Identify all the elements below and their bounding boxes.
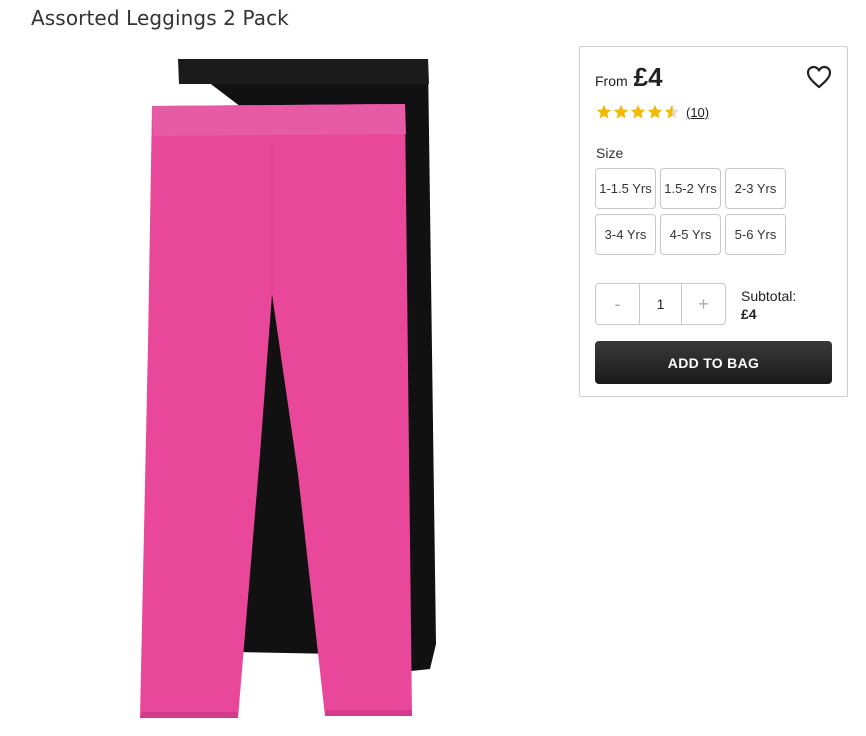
- size-label: Size: [596, 145, 624, 161]
- star-rating: [596, 104, 680, 120]
- star-icon: [596, 104, 612, 119]
- review-count-link[interactable]: (10): [686, 105, 709, 120]
- half-star-icon: [664, 104, 680, 119]
- product-image: [120, 44, 460, 734]
- add-to-bag-button[interactable]: ADD TO BAG: [595, 341, 832, 384]
- star-icon: [647, 104, 663, 119]
- star-icon: [630, 104, 646, 119]
- product-title: Assorted Leggings 2 Pack: [31, 6, 289, 30]
- subtotal: Subtotal: £4: [741, 287, 796, 323]
- wishlist-heart-icon[interactable]: [806, 65, 832, 89]
- size-option[interactable]: 5-6 Yrs: [725, 214, 786, 255]
- size-option[interactable]: 4-5 Yrs: [660, 214, 721, 255]
- price-row: From £4: [595, 62, 663, 93]
- subtotal-value: £4: [741, 306, 757, 322]
- star-icon: [613, 104, 629, 119]
- size-options: 1-1.5 Yrs 1.5-2 Yrs 2-3 Yrs 3-4 Yrs 4-5 …: [595, 168, 786, 255]
- size-option[interactable]: 1.5-2 Yrs: [660, 168, 721, 209]
- size-option[interactable]: 3-4 Yrs: [595, 214, 656, 255]
- quantity-input[interactable]: 1: [639, 284, 682, 324]
- from-label: From: [595, 73, 628, 89]
- rating: (10): [596, 104, 709, 120]
- size-option[interactable]: 1-1.5 Yrs: [595, 168, 656, 209]
- size-option[interactable]: 2-3 Yrs: [725, 168, 786, 209]
- buy-box: From £4 (10) Size 1-1.5 Yrs 1.5-2 Yrs 2-…: [579, 46, 848, 397]
- quantity-stepper: - 1 +: [595, 283, 726, 325]
- subtotal-label: Subtotal:: [741, 288, 797, 304]
- price: £4: [633, 62, 663, 92]
- increase-quantity-button[interactable]: +: [682, 284, 725, 324]
- decrease-quantity-button[interactable]: -: [596, 284, 639, 324]
